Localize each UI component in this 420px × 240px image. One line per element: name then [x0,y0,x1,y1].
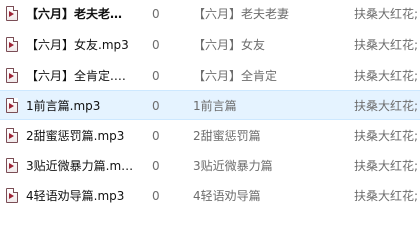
file-name: 1前言篇.mp3 [26,99,101,113]
track-number: 0 [152,189,160,203]
track-title: 【六月】全肯定 [193,69,278,83]
track-artist: 扶桑大红花; [354,69,419,83]
file-name: 3贴近微暴力篇.mp3 [26,159,134,173]
track-title: 1前言篇 [193,99,237,113]
track-artist: 扶桑大红花; [354,38,419,52]
audio-file-icon [6,158,18,173]
track-title: 【六月】老夫老妻 [193,7,290,21]
file-row-1[interactable]: 【六月】老夫老妻.... 0 【六月】老夫老妻 扶桑大红花; [0,0,420,29]
file-row-6[interactable]: 3贴近微暴力篇.mp3 0 3贴近微暴力篇 扶桑大红花; [0,151,420,181]
file-row-4-selected[interactable]: 1前言篇.mp3 0 1前言篇 扶桑大红花; [0,90,420,120]
track-title: 【六月】女友 [193,38,266,52]
track-title: 2甜蜜惩罚篇 [193,129,261,143]
audio-file-icon [6,6,18,21]
track-number: 0 [152,129,160,143]
file-row-3[interactable]: 【六月】全肯定.mp3 0 【六月】全肯定 扶桑大红花; [0,61,420,91]
track-artist: 扶桑大红花; [354,189,419,203]
track-title: 4轻语劝导篇 [193,189,261,203]
audio-file-icon [6,68,18,83]
audio-file-icon [6,128,18,143]
track-number: 0 [152,38,160,52]
file-list: 【六月】老夫老妻.... 0 【六月】老夫老妻 扶桑大红花; 【六月】女友.mp… [0,0,420,211]
track-number: 0 [152,69,160,83]
file-name: 【六月】全肯定.mp3 [26,69,134,83]
file-name: 【六月】老夫老妻.... [26,7,134,21]
file-name: 2甜蜜惩罚篇.mp3 [26,129,125,143]
file-row-5[interactable]: 2甜蜜惩罚篇.mp3 0 2甜蜜惩罚篇 扶桑大红花; [0,121,420,151]
audio-file-icon [6,188,18,203]
file-row-2[interactable]: 【六月】女友.mp3 0 【六月】女友 扶桑大红花; [0,30,420,60]
file-row-7[interactable]: 4轻语劝导篇.mp3 0 4轻语劝导篇 扶桑大红花; [0,181,420,211]
track-number: 0 [152,99,160,113]
track-number: 0 [152,159,160,173]
audio-file-icon [6,98,18,113]
track-title: 3贴近微暴力篇 [193,159,273,173]
track-artist: 扶桑大红花; [354,159,419,173]
track-number: 0 [152,7,160,21]
track-artist: 扶桑大红花; [354,7,419,21]
file-name: 【六月】女友.mp3 [26,38,129,52]
file-name: 4轻语劝导篇.mp3 [26,189,125,203]
track-artist: 扶桑大红花; [354,129,419,143]
track-artist: 扶桑大红花; [354,99,419,113]
audio-file-icon [6,37,18,52]
